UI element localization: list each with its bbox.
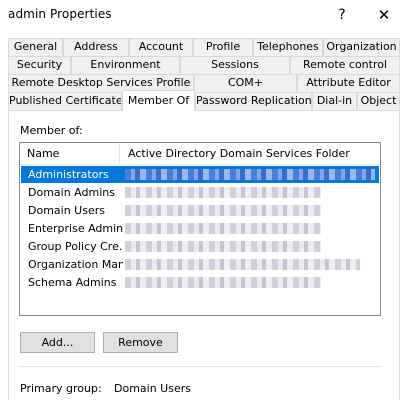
- tab-general[interactable]: General: [8, 38, 63, 56]
- close-icon[interactable]: ✕: [364, 0, 401, 30]
- folder-path-redacted: [125, 259, 360, 270]
- folder-path-redacted: [125, 223, 321, 234]
- folder-path-redacted: [125, 205, 321, 216]
- list-item[interactable]: Organization Man...: [21, 256, 379, 273]
- list-item[interactable]: Domain Users: [21, 202, 379, 219]
- folder-path-redacted: [125, 187, 321, 198]
- add-button[interactable]: Add...: [20, 332, 95, 353]
- tab-attribute-editor[interactable]: Attribute Editor: [297, 74, 400, 92]
- folder-path-redacted: [125, 169, 375, 180]
- tab-password-replication[interactable]: Password Replication: [195, 92, 312, 110]
- help-icon[interactable]: ?: [322, 0, 362, 30]
- list-item[interactable]: Schema Admins: [21, 274, 379, 291]
- list-item[interactable]: Enterprise Admins: [21, 220, 379, 237]
- divider: [19, 366, 381, 367]
- tab-member-of[interactable]: Member Of: [122, 90, 195, 111]
- list-item[interactable]: Group Policy Cre...: [21, 238, 379, 255]
- group-name: Schema Admins: [28, 276, 117, 289]
- group-name: Domain Admins: [28, 186, 115, 199]
- tab-remote-control[interactable]: Remote control: [290, 56, 400, 74]
- tab-organization[interactable]: Organization: [323, 38, 400, 56]
- primary-group-label: Primary group:: [20, 382, 102, 395]
- window-title: admin Properties: [8, 7, 112, 21]
- tab-dial-in[interactable]: Dial-in: [312, 92, 357, 110]
- folder-path-redacted: [125, 241, 321, 252]
- tab-environment[interactable]: Environment: [71, 56, 180, 74]
- tab-telephones[interactable]: Telephones: [253, 38, 323, 56]
- primary-group-value: Domain Users: [114, 382, 191, 395]
- member-of-label: Member of:: [20, 124, 83, 137]
- group-name: Administrators: [28, 168, 109, 181]
- list-header: Name Active Directory Domain Services Fo…: [20, 143, 380, 165]
- group-name: Enterprise Admins: [28, 222, 123, 235]
- tab-profile[interactable]: Profile: [193, 38, 253, 56]
- group-name: Organization Man...: [28, 258, 123, 271]
- tab-sessions[interactable]: Sessions: [180, 56, 290, 74]
- column-header-folder[interactable]: Active Directory Domain Services Folder: [121, 143, 380, 165]
- tab-published-certificates[interactable]: Published Certificates: [8, 92, 122, 110]
- list-item[interactable]: Domain Admins: [21, 184, 379, 201]
- tab-address[interactable]: Address: [63, 38, 129, 56]
- tab-object[interactable]: Object: [357, 92, 400, 110]
- group-name: Group Policy Cre...: [28, 240, 123, 253]
- remove-button[interactable]: Remove: [103, 332, 178, 353]
- tab-account[interactable]: Account: [129, 38, 193, 56]
- member-of-list[interactable]: Name Active Directory Domain Services Fo…: [19, 142, 381, 316]
- folder-path-redacted: [125, 277, 321, 288]
- list-item[interactable]: Administrators: [21, 166, 379, 183]
- tab-com-plus[interactable]: COM+: [194, 74, 297, 92]
- group-name: Domain Users: [28, 204, 105, 217]
- tab-security[interactable]: Security: [8, 56, 71, 74]
- title-bar: admin Properties ? ✕: [0, 0, 401, 30]
- column-header-name[interactable]: Name: [20, 143, 120, 165]
